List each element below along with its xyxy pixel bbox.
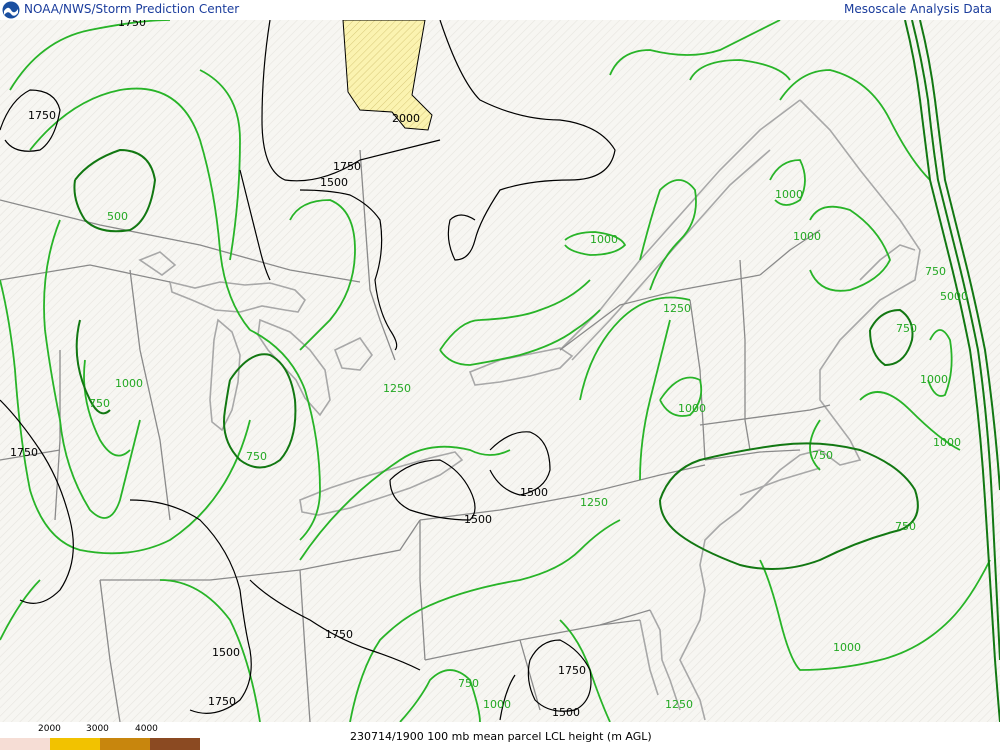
legend-label: 3000 <box>86 724 109 734</box>
map-background <box>0 20 1000 722</box>
lcl-height-map: 1750 1750 2000 1750 1500 500 1000 1000 1… <box>0 20 1000 722</box>
contour-label: 750 <box>89 397 110 410</box>
contour-label: 1250 <box>383 382 411 395</box>
contour-label: 750 <box>246 450 267 463</box>
legend-swatch <box>50 738 100 750</box>
contour-label: 1000 <box>933 436 961 449</box>
contour-label: 1000 <box>678 402 706 415</box>
legend-swatch <box>100 738 150 750</box>
map-caption: 230714/1900 100 mb mean parcel LCL heigh… <box>350 730 652 743</box>
contour-label: 1000 <box>590 233 618 246</box>
contour-label: 750 <box>458 677 479 690</box>
header-title-right: Mesoscale Analysis Data <box>844 2 992 16</box>
contour-label: 1250 <box>663 302 691 315</box>
contour-label: 750 <box>896 322 917 335</box>
contour-label: 1750 <box>333 160 361 173</box>
contour-label: 1000 <box>775 188 803 201</box>
map-area: 1750 1750 2000 1750 1500 500 1000 1000 1… <box>0 20 1000 722</box>
contour-label: 750 <box>895 520 916 533</box>
contour-label: 1500 <box>520 486 548 499</box>
contour-label: 1750 <box>208 695 236 708</box>
contour-label: 1000 <box>833 641 861 654</box>
contour-label: 1000 <box>793 230 821 243</box>
contour-label: 750 <box>925 265 946 278</box>
legend-label: 2000 <box>38 724 61 734</box>
contour-label: 2000 <box>392 112 420 125</box>
contour-label: 1750 <box>10 446 38 459</box>
footer-bar: 2000 3000 4000 230714/1900 100 mb mean p… <box>0 722 1000 750</box>
contour-label: 1500 <box>320 176 348 189</box>
contour-label: 1000 <box>115 377 143 390</box>
header-bar: NOAA/NWS/Storm Prediction Center Mesosca… <box>0 0 1000 20</box>
contour-label: 1250 <box>665 698 693 711</box>
contour-label: 1750 <box>118 20 146 29</box>
noaa-logo-icon <box>2 1 20 19</box>
contour-label: 1000 <box>483 698 511 711</box>
contour-label: 750 <box>812 449 833 462</box>
contour-label: 1500 <box>212 646 240 659</box>
contour-label: 1750 <box>558 664 586 677</box>
contour-label: 1750 <box>28 109 56 122</box>
legend-label: 4000 <box>135 724 158 734</box>
header-title-left: NOAA/NWS/Storm Prediction Center <box>24 2 240 16</box>
contour-label: 1750 <box>325 628 353 641</box>
contour-label: 500 <box>107 210 128 223</box>
contour-label: 1500 <box>552 706 580 719</box>
legend-swatch <box>0 738 50 750</box>
contour-label: 1500 <box>464 513 492 526</box>
legend-swatch <box>150 738 200 750</box>
contour-label: 5000 <box>940 290 968 303</box>
contour-label: 1000 <box>920 373 948 386</box>
contour-label: 1250 <box>580 496 608 509</box>
